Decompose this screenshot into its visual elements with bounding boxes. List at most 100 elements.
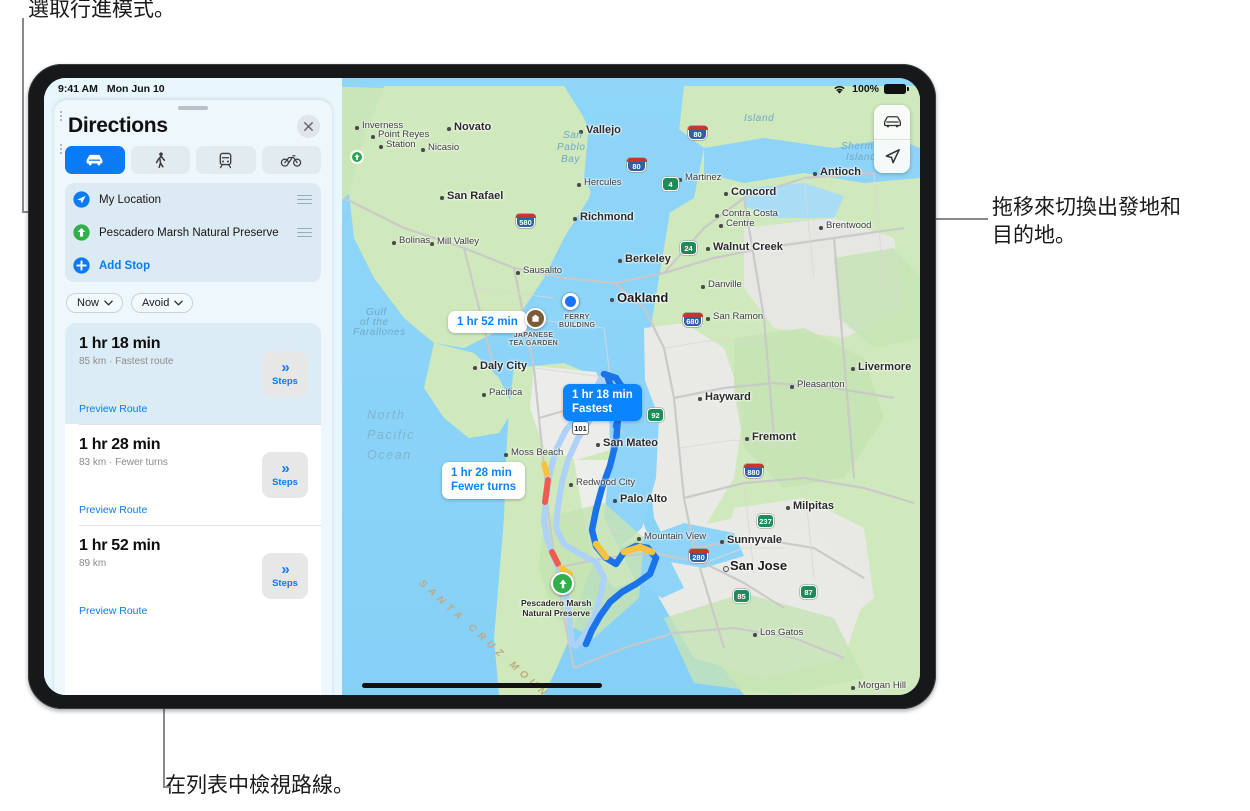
shield-number: 680: [686, 316, 699, 326]
map-label: Redwood City: [576, 477, 636, 488]
map-city-dot: [482, 393, 486, 397]
navigation-arrow-icon: [885, 149, 900, 164]
poi-label-japanese-tea-garden: JAPANESE TEA GARDEN: [509, 332, 559, 348]
mode-walk-button[interactable]: [130, 146, 190, 174]
status-date: Mon Jun 10: [106, 83, 165, 95]
stop-row-origin[interactable]: My Location: [65, 183, 321, 216]
avoid-chip[interactable]: Avoid: [131, 293, 194, 313]
map-city-dot: [504, 453, 508, 457]
origin-label: My Location: [99, 193, 162, 206]
destination-label: Pescadero Marsh Natural Preserve: [99, 226, 279, 239]
route-time-bubble[interactable]: 1 hr 18 min Fastest: [563, 384, 642, 421]
map-label: Concord: [731, 186, 777, 198]
user-location-dot[interactable]: [562, 293, 579, 310]
panel-header: Directions: [54, 110, 332, 146]
route-option-3[interactable]: 1 hr 52 min 89 km Preview Route » Steps: [65, 525, 321, 626]
reorder-handle-origin[interactable]: [297, 194, 312, 205]
filter-chips: Now Avoid: [54, 282, 332, 323]
route-time-bubble[interactable]: 1 hr 28 min Fewer turns: [442, 462, 526, 499]
poi-pin-japanese-tea-garden[interactable]: [525, 308, 546, 329]
steps-button[interactable]: » Steps: [262, 350, 308, 397]
map-city-dot: [753, 633, 757, 637]
map-city-dot: [577, 183, 581, 187]
double-chevron-icon: »: [281, 561, 289, 578]
directions-card: Directions My Location Pescadero Marsh N…: [54, 100, 332, 695]
map-label: San Mateo: [603, 437, 659, 449]
annotation-list: 在列表中檢視路線。: [165, 773, 354, 797]
page-title: Directions: [68, 114, 168, 137]
map-label: Danville: [708, 279, 742, 290]
map-label: Martinez: [685, 172, 722, 183]
directions-panel: Directions My Location Pescadero Marsh N…: [44, 78, 342, 695]
map-label: Vallejo: [586, 124, 621, 136]
preview-route-link[interactable]: Preview Route: [79, 403, 147, 415]
map-city-dot: [851, 686, 855, 690]
map-label: San Rafael: [447, 190, 504, 202]
close-button[interactable]: [297, 114, 320, 138]
drive-mode-control[interactable]: [874, 105, 910, 139]
map-label: Mill Valley: [437, 236, 480, 247]
avoid-label: Avoid: [142, 297, 170, 309]
annotation-modes: 選取行進模式。: [28, 0, 175, 21]
route-bubble-note: Fastest: [572, 403, 613, 416]
map-city-dot: [430, 242, 434, 246]
double-chevron-icon: »: [281, 359, 289, 376]
shield-number: 85: [737, 591, 746, 601]
steps-button[interactable]: » Steps: [262, 552, 308, 599]
map-ocean-label: Pacific: [367, 428, 416, 442]
route-option-1[interactable]: 1 hr 18 min 85 km · Fastest route Previe…: [65, 323, 321, 424]
shield-number: 24: [684, 243, 693, 253]
destination-pin[interactable]: [551, 572, 574, 595]
add-stop-row[interactable]: Add Stop: [65, 249, 321, 282]
reorder-handle-destination[interactable]: [297, 227, 312, 238]
double-chevron-icon: »: [281, 460, 289, 477]
stop-row-destination[interactable]: Pescadero Marsh Natural Preserve: [65, 216, 321, 249]
mode-drive-button[interactable]: [65, 146, 125, 174]
map-label: Bolinas: [399, 235, 431, 246]
route-bubble-time: 1 hr 52 min: [457, 316, 518, 328]
map-city-dot: [473, 366, 477, 370]
map-label: Novato: [454, 121, 492, 133]
departure-time-chip[interactable]: Now: [66, 293, 124, 313]
map-city-dot: [573, 217, 577, 221]
map-city-dot: [706, 247, 710, 251]
close-icon: [304, 121, 313, 131]
highway-shield: 880: [743, 463, 764, 478]
mode-cycle-button[interactable]: [261, 146, 321, 174]
map-city-dot: [851, 367, 855, 371]
map-label: Sunnyvale: [727, 534, 783, 546]
stop-connector-1: [59, 111, 62, 122]
map-label: Oakland: [617, 290, 669, 305]
highway-shield: 92: [647, 408, 664, 422]
map-ocean-label: Ocean: [367, 448, 412, 462]
route-time-bubble[interactable]: 1 hr 52 min: [448, 311, 527, 334]
map-label: Fremont: [752, 431, 796, 443]
map-water-label: Farallones: [353, 327, 406, 338]
highway-shield: 101: [572, 421, 589, 435]
highway-shield: 237: [757, 514, 774, 528]
map-city-dot: [613, 499, 617, 503]
wifi-icon: [834, 85, 845, 94]
preview-route-link[interactable]: Preview Route: [79, 605, 147, 617]
map-label: Milpitas: [793, 500, 834, 512]
mode-transit-button[interactable]: [196, 146, 256, 174]
map-city-dot: [618, 259, 622, 263]
annotation-list-leader-h2: [163, 786, 171, 788]
route-option-2[interactable]: 1 hr 28 min 83 km · Fewer turns Preview …: [65, 424, 321, 525]
map-label: Los Gatos: [760, 627, 804, 638]
map-label: Bay: [561, 154, 581, 165]
locate-control[interactable]: [874, 139, 910, 173]
highway-shield: 680: [682, 312, 703, 327]
map-label: Pleasanton: [797, 379, 845, 390]
highway-shield: 4: [662, 177, 679, 191]
steps-button[interactable]: » Steps: [262, 451, 308, 498]
preview-route-link[interactable]: Preview Route: [79, 504, 147, 516]
map-city-dot: [610, 298, 614, 302]
shield-number: 80: [693, 129, 702, 139]
destination-pin-label: Pescadero Marsh Natural Preserve: [521, 598, 592, 619]
map-city-dot: [790, 385, 794, 389]
poi-pin-point-reyes[interactable]: [350, 150, 364, 164]
status-time: 9:41 AM: [58, 83, 98, 95]
highway-shield: 80: [687, 125, 708, 140]
shield-number: 87: [804, 587, 813, 597]
